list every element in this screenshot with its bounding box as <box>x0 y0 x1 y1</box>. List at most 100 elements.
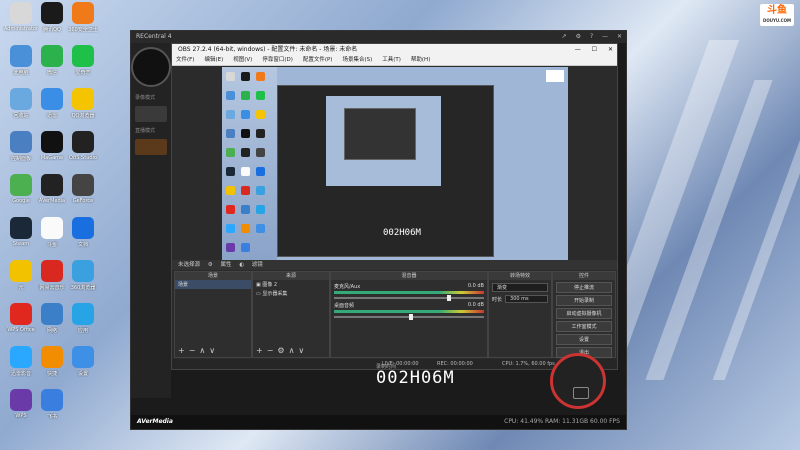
app-icon <box>10 174 32 196</box>
close-icon[interactable]: ✕ <box>617 33 622 40</box>
app-icon <box>72 346 94 368</box>
desktop-icon[interactable]: 爱奇艺 <box>64 45 102 76</box>
obs-menu-item[interactable]: 文件(F) <box>176 57 194 63</box>
desktop-icon[interactable]: 飞书 <box>33 389 71 420</box>
nested-preview-inner <box>344 108 416 160</box>
control-button[interactable]: 开始录制 <box>556 295 612 306</box>
recentral-titlebar: RECentral 4 ↗ ⚙ ? — ✕ <box>131 31 626 43</box>
obs-menu-item[interactable]: 编辑(E) <box>204 57 223 63</box>
snapshot-camera-icon[interactable] <box>573 387 589 399</box>
obs-menu-item[interactable]: 停靠窗口(D) <box>262 57 293 63</box>
desktop-icon-label: GeForce <box>72 198 94 204</box>
app-icon <box>41 2 63 24</box>
obs-close-icon[interactable]: ✕ <box>608 46 613 53</box>
nested-obs-capture: 002H06M <box>277 85 494 257</box>
preview-desktop-icon <box>226 186 235 195</box>
obs-minimize-icon[interactable]: — <box>575 46 581 53</box>
source-item[interactable]: ▭ 显示器采集 <box>253 289 329 298</box>
record-knob[interactable] <box>550 353 606 409</box>
app-icon <box>10 88 32 110</box>
preview-desktop-icon <box>226 224 235 233</box>
source-toolbar: 未选择源 ⚙ 属性 ◐ 滤镜 <box>172 260 617 270</box>
mixer-channel-mic: 麦克风/Aux 0.0 dB <box>334 283 484 301</box>
preview-desktop-icon <box>241 205 250 214</box>
app-icon <box>41 131 63 153</box>
desktop-icon[interactable]: 应用 <box>64 303 102 334</box>
source-dock-buttons[interactable]: +−⚙∧∨ <box>256 346 308 355</box>
desktop-icon[interactable]: 360浏览器 <box>64 260 102 291</box>
control-button[interactable]: 停止推流 <box>556 282 612 293</box>
obs-menu-item[interactable]: 视图(V) <box>233 57 252 63</box>
preview-desktop-icon <box>256 129 265 138</box>
sources-dock: 来源 ▣ 图像 2 ▭ 显示器采集 +−⚙∧∨ <box>252 271 330 358</box>
record-mode-card[interactable] <box>135 106 167 122</box>
app-icon <box>72 217 94 239</box>
scene-item[interactable]: 场景 <box>175 280 251 289</box>
control-button[interactable]: 设置 <box>556 334 612 345</box>
filters-button[interactable]: ◐ 滤镜 <box>239 262 263 268</box>
desktop-icon-label: QQ浏览器 <box>71 113 95 119</box>
desktop-icon[interactable]: OBS Studio <box>64 131 102 161</box>
controls-dock: 控件 停止推流开始录制启动虚拟摄像机工作室模式设置退出 <box>552 271 616 358</box>
recentral-bottombar: AVerMedia CPU: 41.49% RAM: 11.31GB 60.00… <box>131 415 626 429</box>
volume-slider[interactable] <box>334 295 484 301</box>
preview-desktop-icon <box>256 110 265 119</box>
help-icon[interactable]: ? <box>590 33 593 40</box>
preview-desktop-icon <box>241 129 250 138</box>
obs-menu-item[interactable]: 帮助(H) <box>411 57 430 63</box>
preview-desktop-icon <box>226 243 235 252</box>
preview-desktop-icon <box>241 72 250 81</box>
app-icon <box>72 2 94 24</box>
app-icon <box>41 88 63 110</box>
preview-desktop-icon <box>241 91 250 100</box>
app-icon <box>10 346 32 368</box>
preview-desktop-icon <box>256 167 265 176</box>
desktop-icon-label: 飞书 <box>46 414 57 420</box>
app-icon <box>41 346 63 368</box>
preview-desktop-icon <box>241 148 250 157</box>
volume-slider[interactable] <box>334 314 484 320</box>
preview-desktop-icon <box>241 243 250 252</box>
audio-meter <box>334 291 484 294</box>
desktop-icon[interactable]: GeForce <box>64 174 102 204</box>
desktop-icon[interactable]: 设置 <box>64 346 102 377</box>
app-icon <box>10 217 32 239</box>
duration-input[interactable]: 300 ms <box>505 295 548 303</box>
control-button[interactable]: 启动虚拟摄像机 <box>556 308 612 319</box>
preview-desktop-icon <box>256 205 265 214</box>
app-icon <box>10 389 32 411</box>
obs-maximize-icon[interactable]: ☐ <box>592 46 597 53</box>
control-button[interactable]: 工作室模式 <box>556 321 612 332</box>
source-item[interactable]: ▣ 图像 2 <box>253 280 329 289</box>
obs-menu-item[interactable]: 工具(T) <box>382 57 401 63</box>
properties-button[interactable]: ⚙ 属性 <box>208 262 232 268</box>
preview-desktop-icon <box>256 224 265 233</box>
app-icon <box>10 131 32 153</box>
external-icon[interactable]: ↗ <box>562 33 567 40</box>
nested-timer: 002H06M <box>383 228 421 238</box>
settings-icon[interactable]: ⚙ <box>576 33 581 40</box>
preview-desktop-icon <box>241 186 250 195</box>
app-icon <box>72 45 94 67</box>
scene-dock-buttons[interactable]: +−∧∨ <box>178 346 219 355</box>
desktop-icon-label: 设置 <box>77 371 88 377</box>
obs-preview[interactable]: 002H06M <box>222 67 568 260</box>
stream-mode-card[interactable] <box>135 139 167 155</box>
desktop-icon[interactable]: 文档 <box>64 217 102 248</box>
preview-desktop-icon <box>226 110 235 119</box>
app-icon <box>10 45 32 67</box>
desktop-icon[interactable]: QQ浏览器 <box>64 88 102 119</box>
preview-desktop-icon <box>256 186 265 195</box>
mixer-dock: 混音器 麦克风/Aux 0.0 dB 桌面音频 0.0 dB <box>330 271 488 358</box>
obs-menu-item[interactable]: 配置文件(P) <box>303 57 333 63</box>
minimize-icon[interactable]: — <box>602 33 608 40</box>
obs-titlebar: OBS 27.2.4 (64-bit, windows) - 配置文件: 未命名… <box>172 44 617 55</box>
transition-select[interactable]: 渐变 <box>492 283 548 292</box>
desktop-icon-label: 360安全卫士 <box>68 27 98 33</box>
desktop-icon[interactable]: 360安全卫士 <box>64 2 102 33</box>
obs-menu-item[interactable]: 场景集合(S) <box>342 57 372 63</box>
desktop-icon-label: 360浏览器 <box>70 285 96 291</box>
preview-desktop-icon <box>226 148 235 157</box>
preview-desktop-icon <box>226 167 235 176</box>
obs-window: OBS 27.2.4 (64-bit, windows) - 配置文件: 未命名… <box>171 43 618 370</box>
